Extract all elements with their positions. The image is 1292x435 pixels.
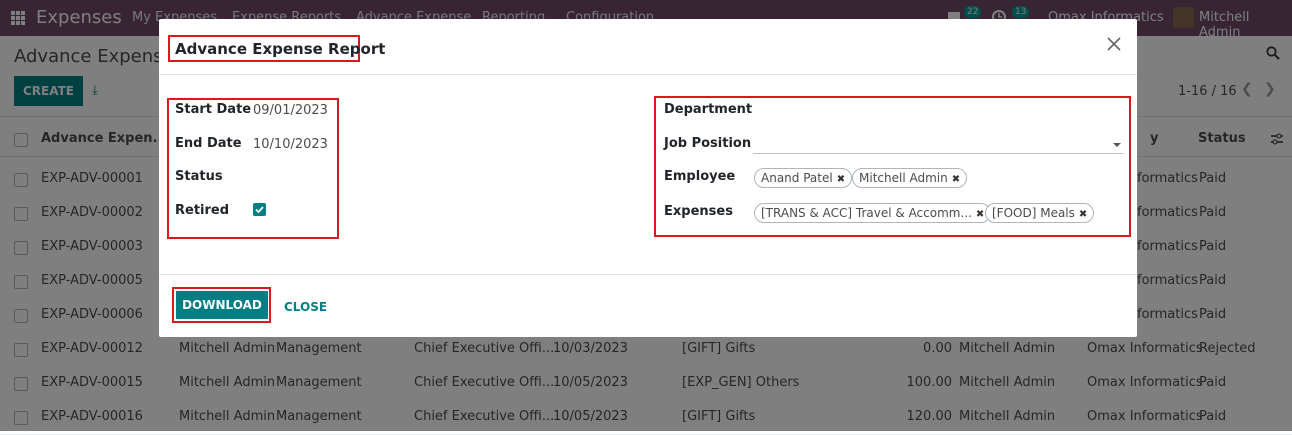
start-date-label: Start Date xyxy=(175,102,252,117)
close-icon[interactable] xyxy=(1105,35,1123,53)
chevron-down-icon[interactable] xyxy=(1113,143,1121,147)
download-button[interactable]: DOWNLOAD xyxy=(176,291,268,319)
remove-tag-icon[interactable]: ✖ xyxy=(976,209,984,220)
retired-checkbox[interactable] xyxy=(253,203,266,216)
end-date-label: End Date xyxy=(175,136,242,151)
expense-tag-label: [FOOD] Meals xyxy=(992,206,1075,220)
remove-tag-icon[interactable]: ✖ xyxy=(952,174,960,185)
employee-label: Employee xyxy=(664,169,736,184)
expense-tag-label: [TRANS & ACC] Travel & Accomm... xyxy=(761,206,972,220)
employee-tag[interactable]: Mitchell Admin ✖ xyxy=(852,168,968,188)
employee-tag-label: Mitchell Admin xyxy=(859,171,948,185)
expenses-label: Expenses xyxy=(664,204,733,219)
status-label: Status xyxy=(175,169,223,184)
retired-label: Retired xyxy=(175,203,230,218)
modal-header: Advance Expense Report xyxy=(159,19,1137,75)
expense-tag[interactable]: [TRANS & ACC] Travel & Accomm... ✖ xyxy=(754,203,992,223)
start-date-field[interactable]: 09/01/2023 xyxy=(253,103,328,118)
job-position-label: Job Position xyxy=(664,136,752,151)
remove-tag-icon[interactable]: ✖ xyxy=(837,174,845,185)
advance-expense-report-dialog: Advance Expense Report Start Date 09/01/… xyxy=(159,19,1137,337)
expense-tag[interactable]: [FOOD] Meals ✖ xyxy=(985,203,1095,223)
department-label: Department xyxy=(664,102,753,117)
close-button[interactable]: CLOSE xyxy=(284,300,327,314)
job-position-field[interactable] xyxy=(753,153,1123,154)
checkmark-icon xyxy=(255,206,264,214)
modal-title: Advance Expense Report xyxy=(175,40,386,58)
employee-tag[interactable]: Anand Patel ✖ xyxy=(754,168,853,188)
end-date-field[interactable]: 10/10/2023 xyxy=(253,137,328,152)
employee-tag-label: Anand Patel xyxy=(761,171,833,185)
remove-tag-icon[interactable]: ✖ xyxy=(1079,209,1087,220)
